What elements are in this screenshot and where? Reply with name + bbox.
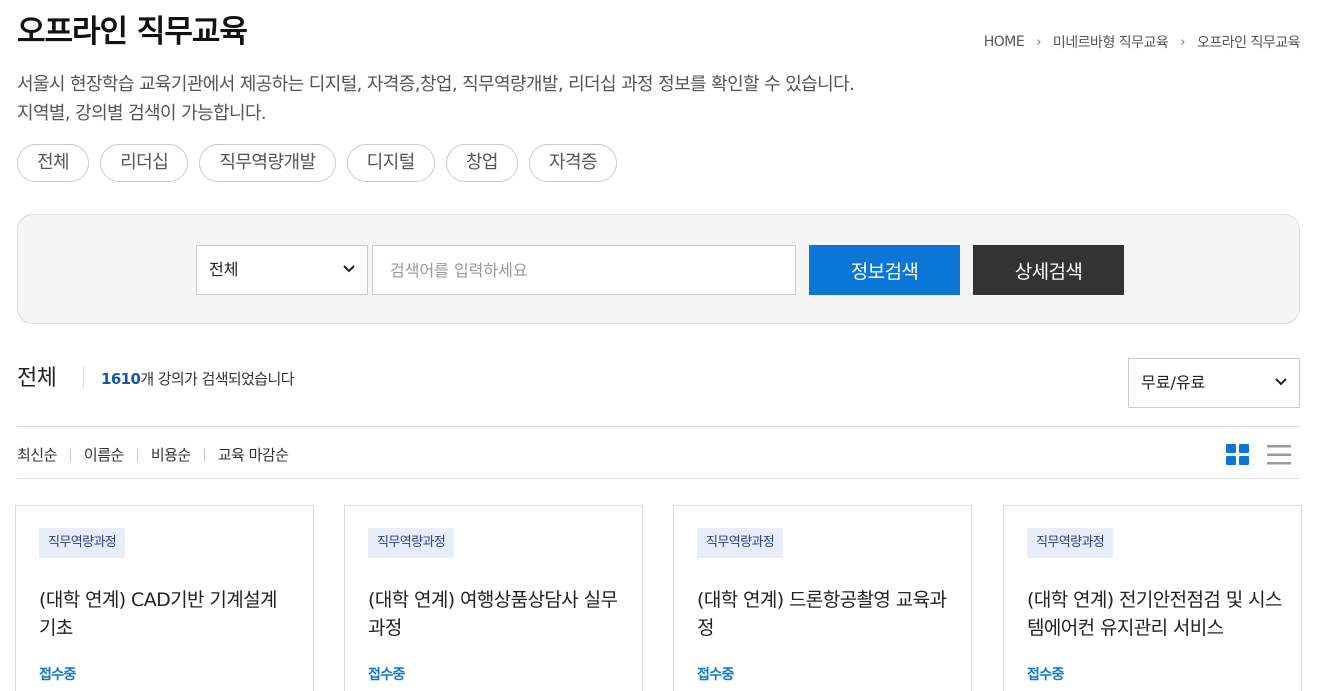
- course-title: (대학 연계) 드론항공촬영 교육과정: [697, 589, 947, 639]
- description-line: 서울시 현장학습 교육기관에서 제공하는 디지털, 자격증,창업, 직무역량개발…: [17, 74, 855, 95]
- page: 오프라인 직무교육 HOME › 미네르바형 직무교육 › 오프라인 직무교육 …: [0, 0, 1325, 691]
- divider: [136, 447, 138, 462]
- breadcrumb-current[interactable]: 오프라인 직무교육: [1197, 32, 1301, 52]
- breadcrumb-minerva[interactable]: 미네르바형 직무교육: [1053, 32, 1169, 52]
- divider: [83, 365, 84, 389]
- search-scope-select[interactable]: 전체: [196, 245, 368, 295]
- search-panel: 전체 정보검색 상세검색: [17, 214, 1300, 324]
- divider: [17, 426, 1300, 427]
- chip-digital[interactable]: 디지털: [346, 144, 435, 182]
- course-status: 접수중: [697, 667, 734, 683]
- chip-job-competency[interactable]: 직무역량개발: [199, 144, 336, 182]
- course-title: (대학 연계) 전기안전점검 및 시스템에어컨 유지관리 서비스: [1027, 589, 1282, 639]
- course-title: (대학 연계) 여행상품상담사 실무과정: [368, 589, 618, 639]
- course-title: (대학 연계) CAD기반 기계설계 기초: [39, 589, 277, 639]
- course-badge: 직무역량과정: [697, 528, 784, 558]
- breadcrumb-home[interactable]: HOME: [984, 34, 1025, 50]
- advanced-search-button[interactable]: 상세검색: [973, 245, 1124, 295]
- course-card[interactable]: 직무역량과정 (대학 연계) 여행상품상담사 실무과정 접수중: [344, 505, 643, 691]
- results-heading: 전체: [17, 366, 57, 391]
- sort-deadline[interactable]: 교육 마감순: [218, 444, 289, 465]
- chip-leadership[interactable]: 리더십: [100, 144, 189, 182]
- chip-startup[interactable]: 창업: [445, 144, 518, 182]
- fee-filter-value: 무료/유료: [1141, 373, 1206, 392]
- chevron-down-icon: [1275, 359, 1287, 386]
- course-card[interactable]: 직무역량과정 (대학 연계) CAD기반 기계설계 기초 접수중: [15, 505, 314, 691]
- course-status: 접수중: [39, 667, 76, 683]
- divider: [69, 447, 71, 462]
- sort-latest[interactable]: 최신순: [17, 444, 57, 465]
- results-count: 1610개 강의가 검색되었습니다: [101, 368, 295, 389]
- search-scope-value: 전체: [209, 260, 239, 279]
- chevron-right-icon: ›: [1180, 34, 1185, 50]
- sort-name[interactable]: 이름순: [84, 444, 124, 465]
- search-button[interactable]: 정보검색: [809, 245, 960, 295]
- divider: [17, 478, 1300, 479]
- course-badge: 직무역량과정: [368, 528, 455, 558]
- fee-filter-select[interactable]: 무료/유료: [1128, 358, 1300, 408]
- description-line: 지역별, 강의별 검색이 가능합니다.: [17, 103, 267, 124]
- page-title: 오프라인 직무교육: [17, 14, 248, 50]
- chevron-down-icon: [343, 246, 355, 273]
- page-description: 서울시 현장학습 교육기관에서 제공하는 디지털, 자격증,창업, 직무역량개발…: [17, 70, 855, 128]
- course-status: 접수중: [1027, 667, 1064, 683]
- breadcrumb: HOME › 미네르바형 직무교육 › 오프라인 직무교육: [984, 32, 1301, 52]
- course-card[interactable]: 직무역량과정 (대학 연계) 전기안전점검 및 시스템에어컨 유지관리 서비스 …: [1003, 505, 1302, 691]
- course-card[interactable]: 직무역량과정 (대학 연계) 드론항공촬영 교육과정 접수중: [673, 505, 972, 691]
- sort-options: 최신순 이름순 비용순 교육 마감순: [17, 444, 289, 465]
- course-badge: 직무역량과정: [39, 528, 126, 558]
- search-input[interactable]: [372, 245, 796, 295]
- chip-certificate[interactable]: 자격증: [528, 144, 618, 182]
- category-chips: 전체 리더십 직무역량개발 디지털 창업 자격증: [17, 144, 618, 182]
- results-count-number: 1610: [101, 370, 141, 388]
- chip-all[interactable]: 전체: [17, 144, 90, 182]
- list-view-icon[interactable]: [1267, 444, 1291, 466]
- chevron-right-icon: ›: [1036, 34, 1041, 50]
- grid-view-icon[interactable]: [1226, 444, 1250, 466]
- course-status: 접수중: [368, 667, 405, 683]
- sort-cost[interactable]: 비용순: [151, 444, 191, 465]
- divider: [203, 447, 205, 462]
- results-count-suffix: 개 강의가 검색되었습니다: [140, 370, 294, 388]
- course-badge: 직무역량과정: [1027, 528, 1114, 558]
